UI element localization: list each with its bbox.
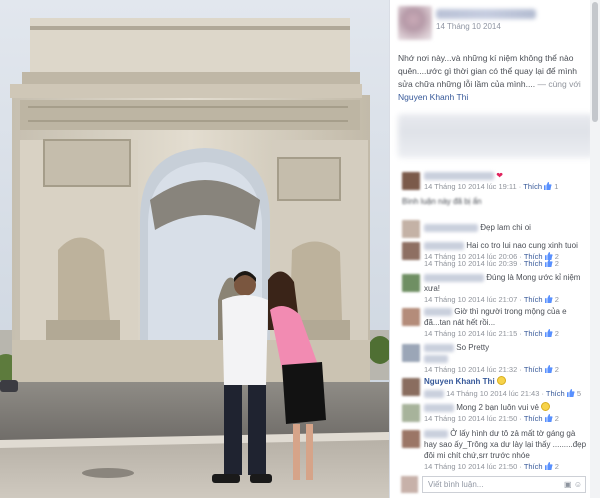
like-count-icon — [544, 414, 553, 422]
comment-time[interactable]: 14 Tháng 10 2014 lúc 21:15 — [424, 329, 517, 338]
comment-text: Hai co tro lui nao cung xinh tuoi — [466, 241, 578, 250]
like-count-icon — [544, 295, 553, 303]
like-count-icon — [544, 365, 553, 373]
scrollbar-thumb[interactable] — [592, 2, 598, 122]
post-date[interactable]: 14 Tháng 10 2014 — [436, 22, 501, 31]
like-count[interactable]: 2 — [555, 414, 559, 423]
like-link[interactable]: Thích — [524, 365, 543, 374]
like-count-icon — [544, 329, 553, 337]
scrollbar[interactable] — [590, 0, 600, 498]
comment-item: Đúng là Mong ước kỉ niệm xưa! 14 Tháng 1… — [398, 272, 591, 304]
comment-item: Mong 2 bạn luôn vui vẻ 14 Tháng 10 2014 … — [398, 402, 591, 426]
like-count-icon — [566, 389, 575, 397]
commenter-name-blurred[interactable] — [424, 273, 484, 282]
comment-item: Giờ thì người trong mộng của e đã...tan … — [398, 306, 591, 338]
commenter-name-blurred — [424, 354, 448, 363]
post-with-prefix: — cùng với — [535, 79, 581, 89]
emoji-icon[interactable]: ☺ — [574, 480, 582, 489]
commenter-name-blurred[interactable] — [424, 241, 464, 250]
my-avatar — [401, 476, 418, 493]
comment-item: ❤ 14 Tháng 10 2014 lúc 19:11 · Thích 1 — [398, 170, 591, 194]
comment-text: So Pretty — [456, 343, 490, 352]
like-link[interactable]: Thích — [523, 182, 542, 191]
commenter-avatar[interactable] — [402, 220, 420, 238]
comment-item: Đẹp lam chi oi — [398, 220, 591, 238]
commenter-avatar[interactable] — [402, 430, 420, 448]
commenter-avatar[interactable] — [402, 308, 420, 326]
like-link[interactable]: Thích — [546, 389, 565, 398]
comment-item: Bình luận này đã bị ẩn — [398, 196, 591, 212]
like-count-icon — [544, 259, 553, 267]
comment-time[interactable]: 14 Tháng 10 2014 lúc 19:11 — [424, 182, 517, 191]
arc-de-triomphe-photo — [0, 0, 389, 498]
camera-icon[interactable]: ▣ — [564, 480, 572, 489]
comment-text: Bình luận này đã bị ẩn — [402, 197, 482, 206]
commenter-name-blurred[interactable] — [424, 223, 478, 232]
author-avatar[interactable] — [398, 6, 432, 40]
commenter-name-blurred[interactable] — [424, 403, 454, 412]
comment-time[interactable]: 14 Tháng 10 2014 lúc 21:50 — [424, 462, 517, 471]
like-link[interactable]: Thích — [524, 295, 543, 304]
comment-item: So Pretty 14 Tháng 10 2014 lúc 21:32 · T… — [398, 342, 591, 374]
smiley-icon — [496, 376, 506, 385]
commenter-name-blurred[interactable] — [424, 343, 454, 352]
heart-icon: ❤ — [496, 171, 503, 180]
comment-text: Mong 2 bạn luôn vui vẻ — [456, 403, 539, 412]
like-link[interactable]: Thích — [524, 329, 543, 338]
commenter-avatar[interactable] — [402, 172, 420, 190]
like-count[interactable]: 1 — [554, 182, 558, 191]
commenter-avatar[interactable] — [402, 404, 420, 422]
like-link[interactable]: Thích — [524, 462, 543, 471]
like-count[interactable]: 5 — [577, 389, 581, 398]
comment-text: Đẹp lam chi oi — [480, 223, 531, 232]
comment-item: Ở lấy hình dư tô zả mất tờ gáng gà hay s… — [398, 428, 591, 472]
post-header: 14 Tháng 10 2014 — [390, 0, 600, 48]
commenter-name-blurred[interactable] — [424, 429, 448, 438]
comment-time[interactable]: 14 Tháng 10 2014 lúc 21:07 — [424, 295, 517, 304]
commenter-name-blurred[interactable] — [424, 307, 452, 316]
like-link[interactable]: Thích — [524, 414, 543, 423]
commenter-avatar[interactable] — [402, 242, 420, 260]
comment-item: 14 Tháng 10 2014 lúc 20:39 · Thích 2 — [424, 259, 559, 268]
post-text: Nhớ nơi này...và những kí niệm không thể… — [390, 52, 600, 104]
like-count-icon — [544, 182, 552, 190]
commenter-name[interactable]: Nguyen Khanh Thi — [424, 377, 495, 386]
comment-text: Ở lấy hình dư tô zả mất tờ gáng gà hay s… — [424, 429, 587, 460]
comment-time[interactable]: 14 Tháng 10 2014 lúc 21:32 — [424, 365, 517, 374]
like-count[interactable]: 2 — [555, 365, 559, 374]
post-photo[interactable] — [0, 0, 389, 498]
comment-input-placeholder: Viết bình luận... — [428, 480, 484, 489]
like-count[interactable]: 2 — [555, 295, 559, 304]
like-count-icon — [544, 462, 553, 470]
author-name-blurred[interactable] — [436, 9, 536, 19]
comment-item: Nguyen Khanh Thi 14 Tháng 10 2014 lúc 21… — [398, 376, 591, 400]
like-count[interactable]: 2 — [555, 329, 559, 338]
commenter-avatar[interactable] — [402, 344, 420, 362]
smiley-icon — [541, 402, 551, 411]
comment-input[interactable]: Viết bình luận... ▣ ☺ — [422, 476, 586, 493]
comment-time[interactable]: 14 Tháng 10 2014 lúc 20:39 — [424, 259, 517, 268]
commenter-avatar[interactable] — [402, 274, 420, 292]
like-count[interactable]: 2 — [555, 462, 559, 471]
like-link[interactable]: Thích — [524, 259, 543, 268]
blurred-actions-area — [398, 114, 594, 158]
comment-time[interactable]: 14 Tháng 10 2014 lúc 21:50 — [424, 414, 517, 423]
like-count[interactable]: 2 — [555, 259, 559, 268]
tagged-user-link[interactable]: Nguyen Khanh Thi — [398, 92, 468, 102]
commenter-name-blurred[interactable] — [424, 171, 494, 180]
commenter-avatar[interactable] — [402, 378, 420, 396]
comment-time[interactable]: 14 Tháng 10 2014 lúc 21:43 — [446, 389, 539, 398]
